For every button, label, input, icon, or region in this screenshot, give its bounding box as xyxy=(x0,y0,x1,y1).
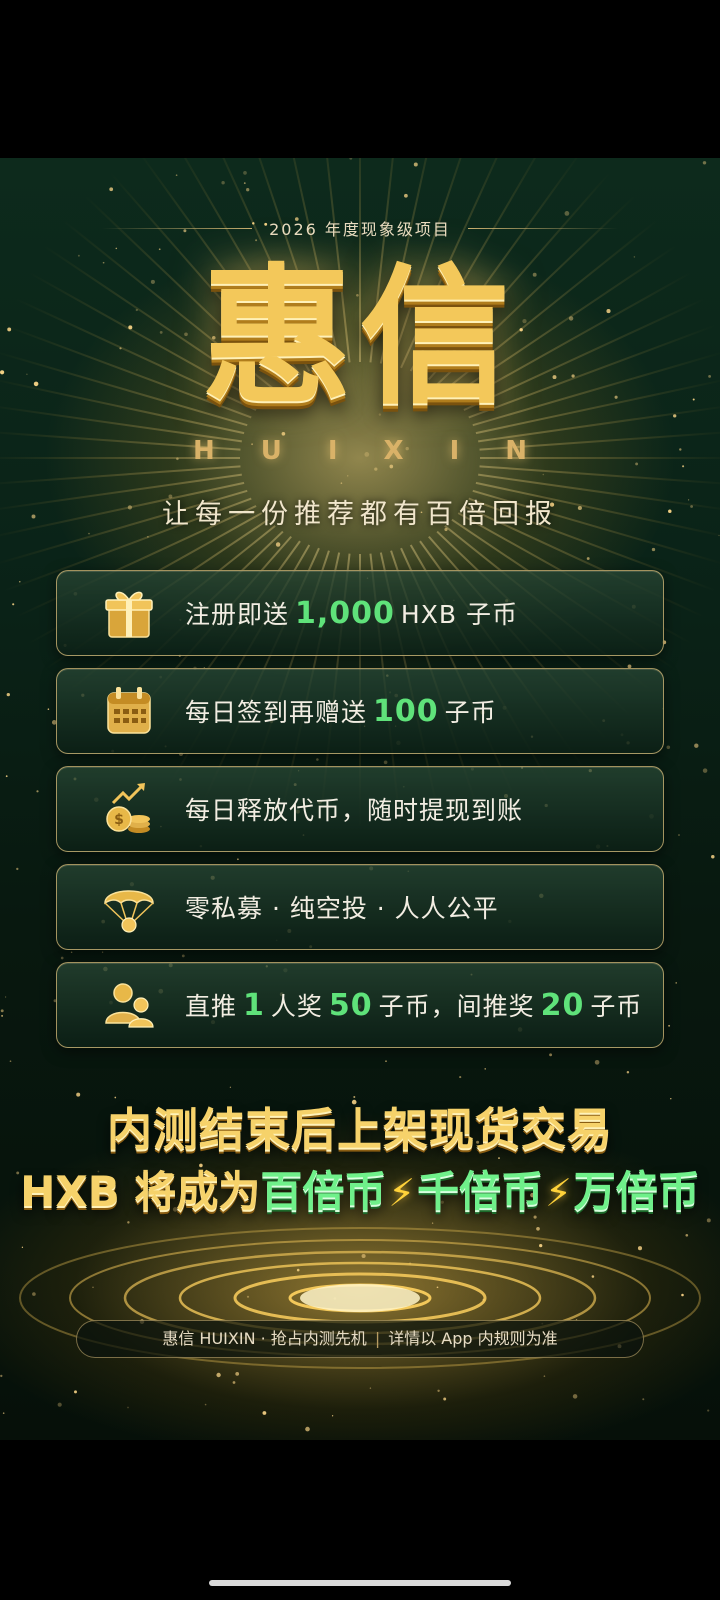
footer-rules-text: 详情以 App 内规则为准 xyxy=(388,1329,558,1348)
feature-label: 零私募 · 纯空投 · 人人公平 xyxy=(185,894,499,923)
sparkle xyxy=(694,743,699,748)
sparkle xyxy=(675,982,677,984)
feature-card-daily-checkin: 每日签到再赠送 100 子币 xyxy=(56,668,664,754)
sparkle xyxy=(246,188,250,192)
sparkle xyxy=(340,482,343,484)
sparkle xyxy=(484,1068,486,1070)
promo-poster: 2026 年度现象级项目 惠信 HUIXIN 让每一份推荐都有百倍回报 注册即送… xyxy=(0,158,720,1440)
sparkle xyxy=(47,708,50,710)
feature-card-referral: 直推 1 人奖 50 子币，间推奖 20 子币 xyxy=(56,962,664,1048)
sparkle xyxy=(109,187,114,192)
sparkle xyxy=(19,581,21,583)
eyebrow-row: 2026 年度现象级项目 xyxy=(0,216,720,240)
sparkle xyxy=(243,182,246,184)
sparkle xyxy=(275,542,281,547)
sparkle xyxy=(5,775,8,778)
gift-icon xyxy=(105,591,153,638)
svg-text:$: $ xyxy=(114,812,124,828)
sparkle xyxy=(349,158,353,160)
headline-listing: 内测结束后上架现货交易 xyxy=(106,1103,613,1156)
sparkle xyxy=(147,536,149,538)
parachute-coin-icon xyxy=(104,890,154,933)
sparkle xyxy=(626,1071,630,1074)
feature-label: 子币 xyxy=(590,992,643,1021)
sparkle xyxy=(666,745,671,750)
sparkle xyxy=(702,161,707,165)
sparkle xyxy=(718,534,720,537)
feature-unit: HXB 子币 xyxy=(400,600,518,629)
brand-logo-en: HUIXIN xyxy=(192,436,574,466)
sparkle xyxy=(678,834,680,836)
feature-text: 每日签到再赠送 100 子币 xyxy=(185,693,497,729)
feature-label: 每日签到再赠送 xyxy=(185,698,368,727)
home-indicator[interactable] xyxy=(209,1580,511,1586)
sparkle xyxy=(594,1059,600,1065)
sparkle xyxy=(88,532,90,535)
feature-label: 直推 xyxy=(185,992,238,1021)
sparkle xyxy=(0,1009,4,1013)
coins-growth-icon: $ xyxy=(106,783,150,833)
footer-separator: | xyxy=(374,1329,381,1348)
sparkle xyxy=(586,557,590,560)
feature-label: 注册即送 xyxy=(185,600,290,629)
footer-brand-text: 惠信 HUIXIN · 抢占内测先机 xyxy=(162,1329,367,1348)
sparkle xyxy=(413,162,418,167)
referral-users-icon xyxy=(105,983,154,1028)
footer-disclaimer: 惠信 HUIXIN · 抢占内测先机 | 详情以 App 内规则为准 xyxy=(76,1320,644,1358)
sparkle xyxy=(175,174,178,177)
feature-card-token-release: $ 每日释放代币，随时提现到账 xyxy=(56,766,664,852)
eyebrow-text: 2026 年度现象级项目 xyxy=(269,220,451,239)
feature-label: 人奖 xyxy=(270,992,323,1021)
sparkle xyxy=(651,547,656,552)
sparkle xyxy=(6,692,10,697)
sparkle xyxy=(229,1086,232,1088)
sparkle xyxy=(36,790,39,793)
eyebrow-rule-right xyxy=(468,227,618,229)
sparkle xyxy=(115,247,118,250)
sparkle xyxy=(346,475,349,477)
sparkle xyxy=(404,193,408,198)
feature-text: 直推 1 人奖 50 子币，间推奖 20 子币 xyxy=(185,987,642,1023)
sparkle xyxy=(221,180,225,185)
sparkle xyxy=(385,1060,387,1062)
eyebrow-rule-left xyxy=(102,227,252,229)
feature-label: 子币，间推奖 xyxy=(378,992,535,1021)
feature-value: 1,000 xyxy=(295,596,395,631)
sparkle xyxy=(12,603,15,606)
feature-value: 20 xyxy=(540,988,585,1023)
sparkle xyxy=(4,996,7,998)
feature-value: 50 xyxy=(328,988,373,1023)
sparkle xyxy=(668,1024,671,1027)
sparkle xyxy=(16,867,19,871)
feature-label: 每日释放代币，随时提现到账 xyxy=(185,796,524,825)
sparkle xyxy=(711,855,715,859)
feature-list: 注册即送 1,000 HXB 子币 每日签到再赠送 100 子币 $ 每日释放代… xyxy=(56,570,664,1060)
feature-value: 100 xyxy=(373,694,439,729)
feature-value: 1 xyxy=(243,988,265,1023)
feature-card-signup-bonus: 注册即送 1,000 HXB 子币 xyxy=(56,570,664,656)
sparkle xyxy=(158,248,161,251)
sparkle xyxy=(9,1060,12,1063)
sparkle xyxy=(1,1014,4,1017)
sparkle xyxy=(374,467,378,471)
slogan: 让每一份推荐都有百倍回报 xyxy=(162,499,558,530)
sparkle xyxy=(702,768,708,773)
feature-text: 注册即送 1,000 HXB 子币 xyxy=(185,595,518,631)
sparkle xyxy=(542,473,545,476)
feature-unit: 子币 xyxy=(444,698,497,727)
feature-card-airdrop: 零私募 · 纯空投 · 人人公平 xyxy=(56,864,664,950)
sparkle xyxy=(243,171,247,175)
brand-logo-cn: 惠信 xyxy=(201,251,518,425)
sparkle xyxy=(459,1076,462,1079)
calendar-icon xyxy=(107,687,151,734)
